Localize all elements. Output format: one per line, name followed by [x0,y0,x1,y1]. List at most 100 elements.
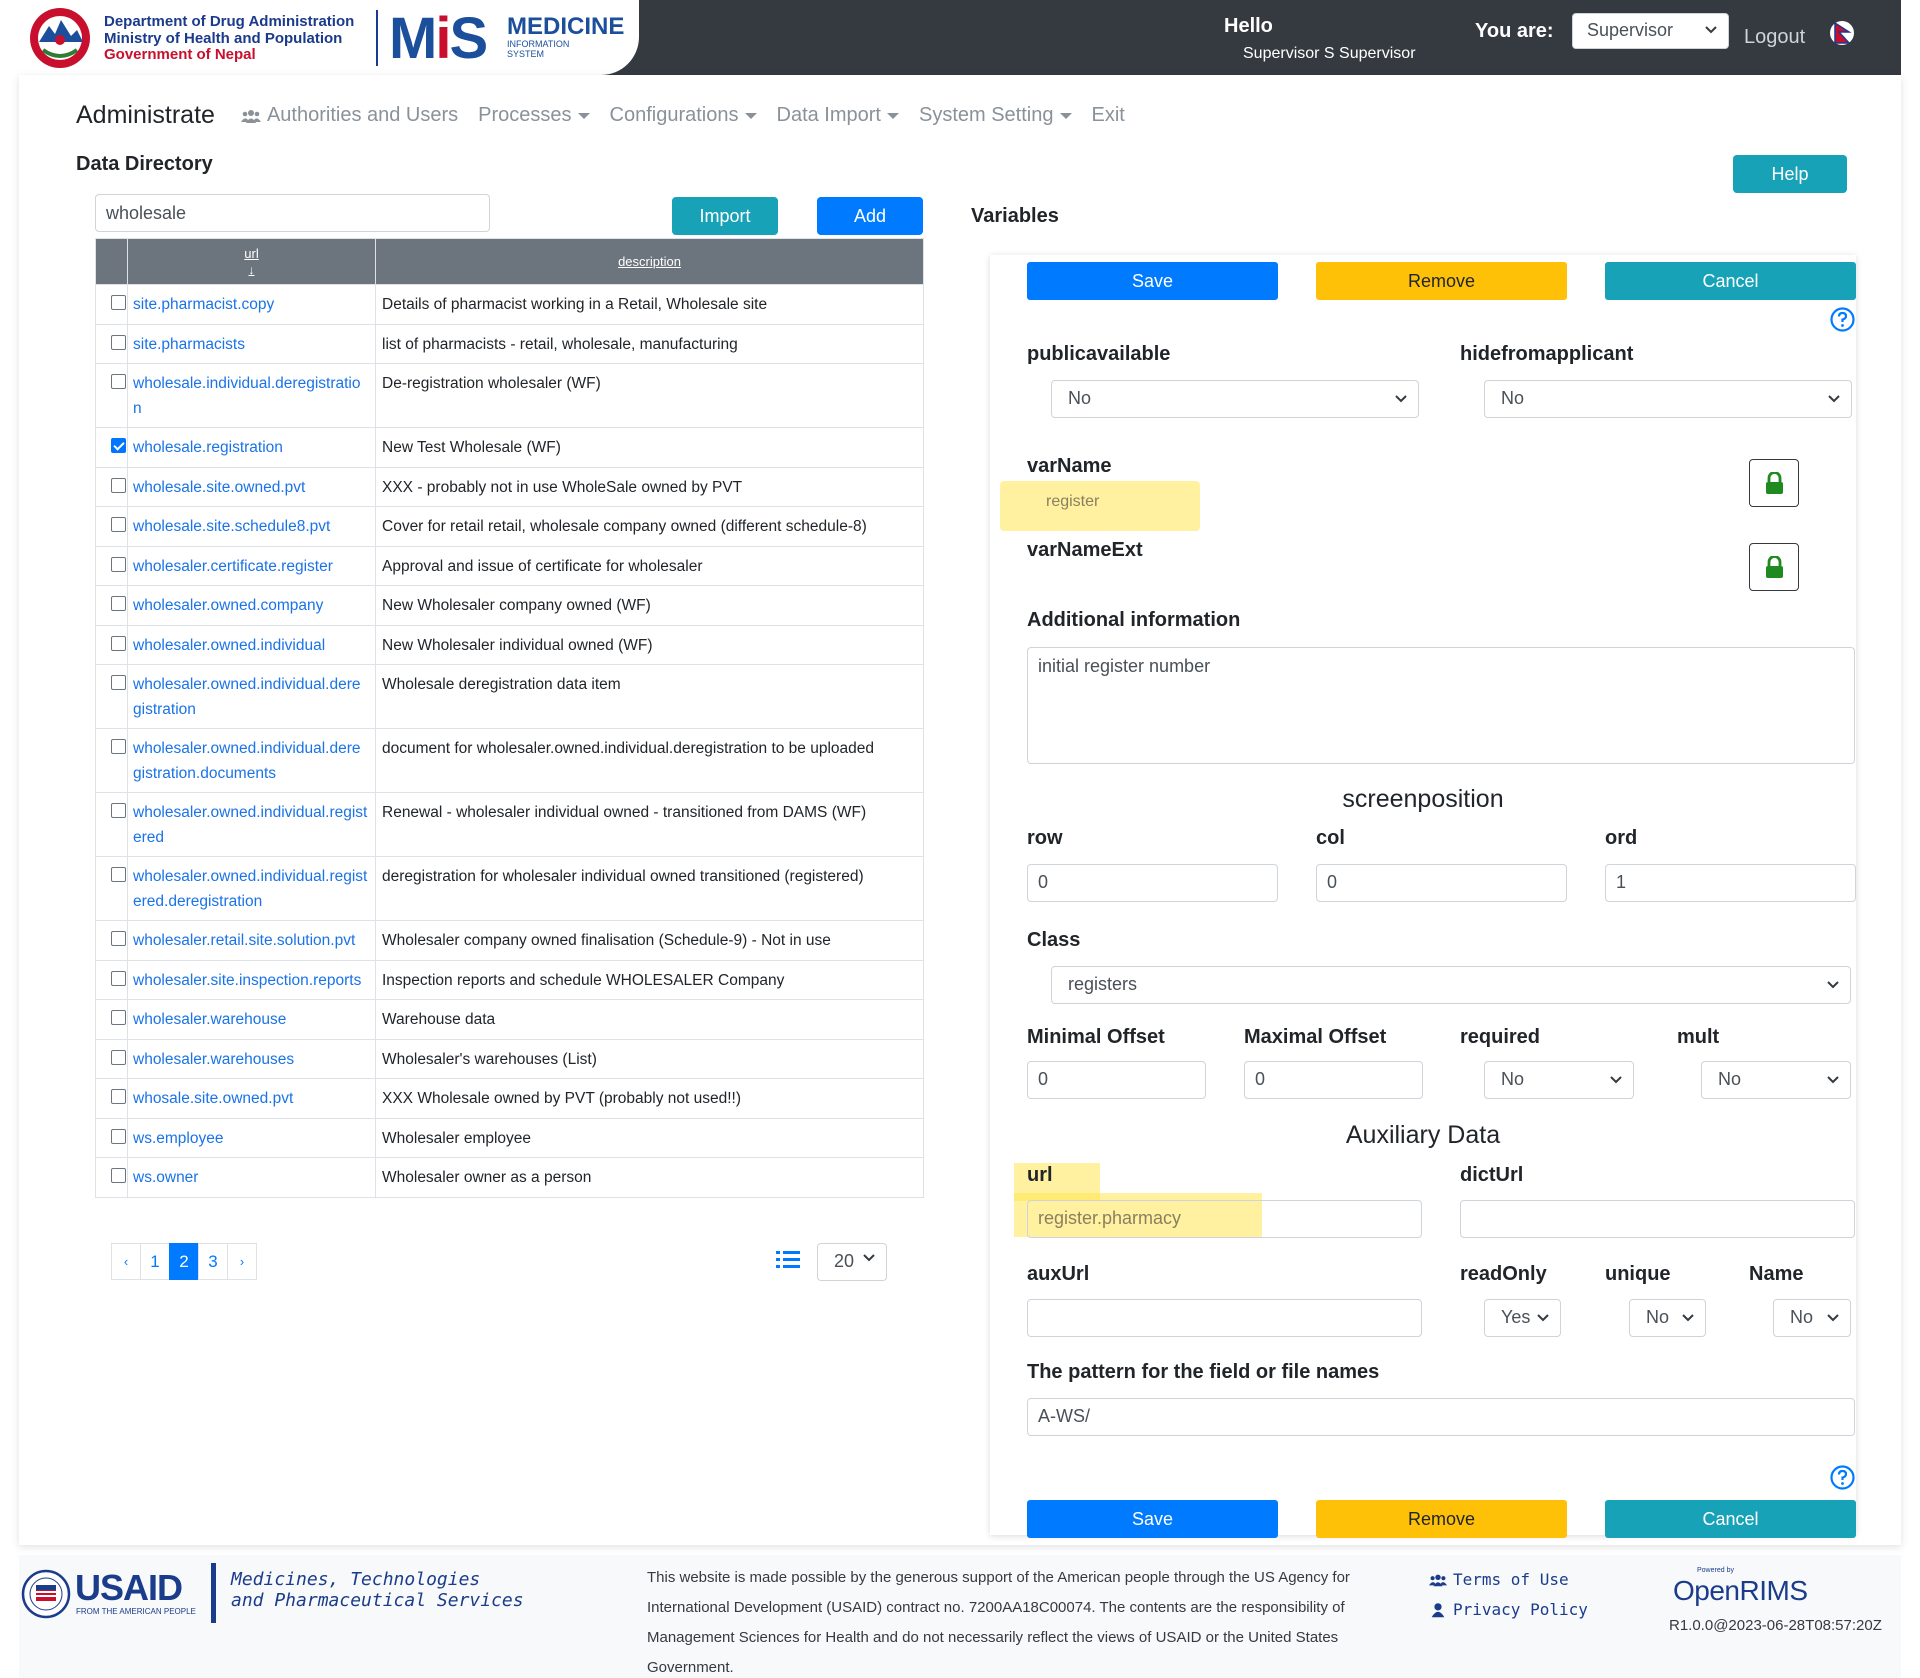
table-row[interactable]: site.pharmacist.copy Details of pharmacis… [95,284,924,325]
row-checkbox[interactable] [111,1168,126,1183]
min-offset-input[interactable]: 0 [1027,1061,1206,1099]
publicavailable-select[interactable]: No [1051,380,1419,418]
additional-info-textarea[interactable]: initial register number [1027,647,1855,764]
row-checkbox[interactable] [111,739,126,754]
row-url-link[interactable]: whosale.site.owned.pvt [127,1078,376,1119]
question-circle-icon[interactable] [1830,307,1855,332]
remove-button-bottom[interactable]: Remove [1316,1500,1567,1538]
table-row[interactable]: wholesale.site.owned.pvt XXX - probably n… [95,466,924,507]
table-row[interactable]: wholesaler.owned.individual.deregistrati… [95,728,924,793]
row-url-link[interactable]: wholesale.site.owned.pvt [127,466,376,507]
save-button-top[interactable]: Save [1027,262,1278,300]
row-url-link[interactable]: wholesaler.owned.individual.registered [127,792,376,857]
row-url-link[interactable]: wholesale.individual.deregistration [127,363,376,428]
row-checkbox[interactable] [111,970,126,986]
nav-brand[interactable]: Administrate [76,101,215,130]
row-url-link[interactable]: ws.employee [127,1117,376,1158]
table-row[interactable]: wholesaler.owned.individual.deregistrati… [95,664,924,729]
required-select[interactable]: No [1484,1061,1634,1099]
row-url-link[interactable]: wholesaler.owned.individual [127,624,376,665]
row-url-link[interactable]: wholesaler.retail.site.solution.pvt [127,920,376,961]
table-row[interactable]: wholesaler.owned.individual.registered Re… [95,792,924,857]
description-column-header[interactable]: description [375,238,924,285]
col-input[interactable]: 0 [1316,864,1567,902]
pagination-prev[interactable]: ‹ [111,1243,141,1280]
table-row[interactable]: ws.employee Wholesaler employee [95,1117,924,1158]
cancel-button-bottom[interactable]: Cancel [1605,1500,1856,1538]
terms-of-use-link[interactable]: Terms of Use [1429,1565,1588,1595]
pagination-page-1[interactable]: 1 [140,1243,170,1280]
row-checkbox[interactable] [111,374,126,389]
aux-url-input[interactable]: register.pharmacy [1027,1200,1422,1238]
add-button[interactable]: Add [817,197,923,235]
row-url-link[interactable]: wholesaler.warehouses [127,1038,376,1079]
nav-exit[interactable]: Exit [1092,104,1125,127]
table-row[interactable]: wholesaler.certificate.register Approval … [95,545,924,586]
row-checkbox[interactable] [111,596,126,611]
row-url-link[interactable]: wholesaler.owned.company [127,585,376,626]
row-checkbox[interactable] [111,635,126,651]
nav-configurations[interactable]: Configurations [610,104,757,127]
row-checkbox[interactable] [111,675,126,690]
dicturl-input[interactable] [1460,1200,1855,1238]
row-input[interactable]: 0 [1027,864,1278,902]
varname-lock-button[interactable] [1749,459,1799,507]
table-row[interactable]: wholesaler.warehouses Wholesaler's wareho… [95,1038,924,1079]
list-icon[interactable] [776,1249,800,1271]
row-url-link[interactable]: wholesale.site.schedule8.pvt [127,506,376,547]
unique-select[interactable]: No [1629,1299,1706,1337]
row-url-link[interactable]: wholesaler.site.inspection.reports [127,959,376,1000]
nav-system-setting[interactable]: System Setting [919,104,1072,127]
ord-input[interactable]: 1 [1605,864,1856,902]
class-select[interactable]: registers [1051,966,1851,1004]
nav-authorities-users[interactable]: Authorities and Users [240,104,458,127]
row-checkbox[interactable] [111,295,126,310]
row-checkbox[interactable] [111,517,126,532]
hidefromapplicant-select[interactable]: No [1484,380,1852,418]
row-url-link[interactable]: site.pharmacists [127,323,376,364]
save-button-bottom[interactable]: Save [1027,1500,1278,1538]
table-row[interactable]: wholesale.site.schedule8.pvt Cover for re… [95,506,924,547]
row-url-link[interactable]: wholesaler.certificate.register [127,545,376,586]
table-row[interactable]: wholesaler.retail.site.solution.pvt Whole… [95,920,924,961]
row-url-link[interactable]: wholesale.registration [127,427,376,468]
nav-processes[interactable]: Processes [478,104,590,127]
help-button[interactable]: Help [1733,155,1847,193]
row-checkbox[interactable] [111,1010,126,1025]
readonly-select[interactable]: Yes [1484,1299,1561,1337]
remove-button-top[interactable]: Remove [1316,262,1567,300]
table-row[interactable]: wholesaler.owned.individual.registered.d… [95,856,924,921]
row-checkbox[interactable] [111,931,126,946]
language-flag-icon[interactable] [1829,20,1855,46]
url-column-header[interactable]: url ↓ [127,238,376,285]
table-row[interactable]: wholesaler.site.inspection.reports Inspec… [95,959,924,1000]
nav-data-import[interactable]: Data Import [777,104,899,127]
row-checkbox[interactable] [111,438,126,453]
row-checkbox[interactable] [111,1128,126,1144]
privacy-policy-link[interactable]: Privacy Policy [1429,1595,1588,1625]
row-checkbox[interactable] [111,334,126,350]
row-url-link[interactable]: wholesaler.warehouse [127,999,376,1040]
row-checkbox[interactable] [111,867,126,882]
auxurl-input[interactable] [1027,1299,1422,1337]
import-button[interactable]: Import [672,197,778,235]
question-circle-icon[interactable] [1830,1465,1855,1490]
table-row[interactable]: wholesale.registration New Test Wholesale… [95,427,924,468]
cancel-button-top[interactable]: Cancel [1605,262,1856,300]
pagination-page-3[interactable]: 3 [198,1243,228,1280]
mult-select[interactable]: No [1701,1061,1851,1099]
table-row[interactable]: wholesale.individual.deregistration De-re… [95,363,924,428]
name-select[interactable]: No [1773,1299,1851,1337]
table-row[interactable]: ws.owner Wholesaler owner as a person [95,1157,924,1198]
row-url-link[interactable]: wholesaler.owned.individual.deregistrati… [127,664,376,729]
row-url-link[interactable]: ws.owner [127,1157,376,1198]
per-page-select[interactable]: 20 [817,1243,887,1281]
row-checkbox[interactable] [111,1089,126,1104]
pagination-next[interactable]: › [227,1243,257,1280]
search-input[interactable] [95,194,490,232]
row-url-link[interactable]: wholesaler.owned.individual.registered.d… [127,856,376,921]
row-checkbox[interactable] [111,803,126,818]
row-url-link[interactable]: site.pharmacist.copy [127,284,376,325]
table-row[interactable]: whosale.site.owned.pvt XXX Wholesale owne… [95,1078,924,1119]
role-select[interactable]: Supervisor [1572,13,1729,49]
